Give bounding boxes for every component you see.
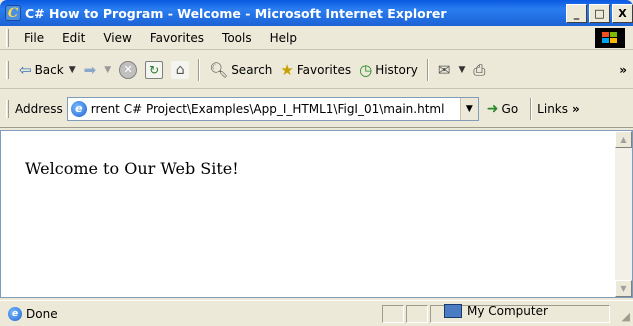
ie-page-icon: e <box>70 100 87 117</box>
status-panel <box>406 305 428 323</box>
security-zone: My Computer <box>444 304 548 318</box>
scroll-down-arrow-icon[interactable]: ▼ <box>615 280 632 297</box>
links-button[interactable]: Links <box>537 102 568 116</box>
stop-icon[interactable]: ✕ <box>119 60 138 79</box>
toolbar-separator <box>198 58 201 81</box>
address-input[interactable]: e rrent C# Project\Examples\App_I_HTML1\… <box>66 96 479 121</box>
print-button[interactable]: ⎙ <box>469 61 492 79</box>
zone-label: My Computer <box>467 304 548 318</box>
ie-page-icon: e <box>8 306 22 321</box>
links-more-chevron[interactable]: » <box>572 102 580 116</box>
vertical-scrollbar[interactable]: ▲ ▼ <box>615 131 632 297</box>
toolbar-grip[interactable] <box>6 60 9 79</box>
toolbar-grip[interactable] <box>6 99 9 118</box>
chevron-down-icon[interactable]: ▼ <box>69 65 76 75</box>
search-icon: 🔍︎ <box>209 60 229 79</box>
ie-app-icon[interactable]: C <box>5 5 21 21</box>
history-button[interactable]: ◷ History <box>355 61 422 79</box>
menu-bar: File Edit View Favorites Tools Help <box>0 26 633 50</box>
address-dropdown-chevron-down-icon[interactable]: ▼ <box>459 97 478 120</box>
search-button[interactable]: 🔍︎ Search <box>205 61 276 79</box>
title-bar: C C# How to Program - Welcome - Microsof… <box>0 0 633 26</box>
page-viewport: Welcome to Our Web Site! ▲ ▼ <box>0 130 633 298</box>
status-bar: e Done My Computer ◢ <box>0 300 633 326</box>
minimize-button[interactable]: _ <box>566 4 587 23</box>
print-icon: ⎙ <box>473 60 486 79</box>
mail-icon: ✉ <box>437 60 451 79</box>
address-value[interactable]: rrent C# Project\Examples\App_I_HTML1\Fi… <box>91 102 445 116</box>
address-bar: Address e rrent C# Project\Examples\App_… <box>0 90 633 128</box>
windows-logo-icon <box>595 28 625 48</box>
status-text: Done <box>26 306 58 321</box>
menu-file[interactable]: File <box>15 31 53 45</box>
chevron-down-icon[interactable]: ▼ <box>104 65 111 75</box>
refresh-icon[interactable]: ↻ <box>145 60 164 79</box>
toolbar-more-chevron[interactable]: » <box>619 63 627 77</box>
scroll-up-arrow-icon[interactable]: ▲ <box>615 131 632 148</box>
status-panel <box>382 305 404 323</box>
menu-edit[interactable]: Edit <box>53 31 94 45</box>
menu-help[interactable]: Help <box>261 31 306 45</box>
back-button[interactable]: ⇦ Back ▼ <box>15 61 80 79</box>
go-label: Go <box>501 101 519 116</box>
address-label: Address <box>15 101 63 116</box>
history-icon: ◷ <box>359 60 373 79</box>
menu-view[interactable]: View <box>94 31 140 45</box>
standard-toolbar: ⇦ Back ▼ ➡ ▼ ✕ ↻ ⌂ 🔍︎ Search ★ Favorites… <box>0 51 633 89</box>
forward-button[interactable]: ➡ ▼ <box>80 61 116 79</box>
computer-icon <box>444 304 462 318</box>
window-title: C# How to Program - Welcome - Microsoft … <box>25 5 447 21</box>
favorites-label: Favorites <box>296 62 352 77</box>
mail-button[interactable]: ✉ ▼ <box>434 61 470 79</box>
window-controls: _ □ X <box>566 4 633 23</box>
go-arrow-icon: ➜ <box>486 100 499 117</box>
home-icon[interactable]: ⌂ <box>171 60 190 79</box>
app-icon-glyph: C <box>7 5 19 21</box>
favorites-button[interactable]: ★ Favorites <box>276 61 355 79</box>
go-button[interactable]: ➜ Go <box>487 101 518 117</box>
back-arrow-icon: ⇦ <box>19 60 32 79</box>
menu-tools[interactable]: Tools <box>213 31 261 45</box>
maximize-button[interactable]: □ <box>589 4 610 23</box>
page-body-text: Welcome to Our Web Site! <box>25 159 239 178</box>
menu-favorites[interactable]: Favorites <box>141 31 213 45</box>
toolbar-grip[interactable] <box>6 28 9 47</box>
history-label: History <box>375 62 418 77</box>
back-label: Back <box>34 62 64 77</box>
forward-arrow-icon: ➡ <box>83 60 97 79</box>
chevron-down-icon[interactable]: ▼ <box>458 65 465 75</box>
close-button[interactable]: X <box>612 4 633 23</box>
search-label: Search <box>231 62 273 77</box>
toolbar-separator <box>530 97 533 120</box>
toolbar-separator <box>426 58 429 81</box>
favorites-icon: ★ <box>280 60 294 79</box>
resize-grip-icon[interactable]: ◢ <box>622 310 630 323</box>
